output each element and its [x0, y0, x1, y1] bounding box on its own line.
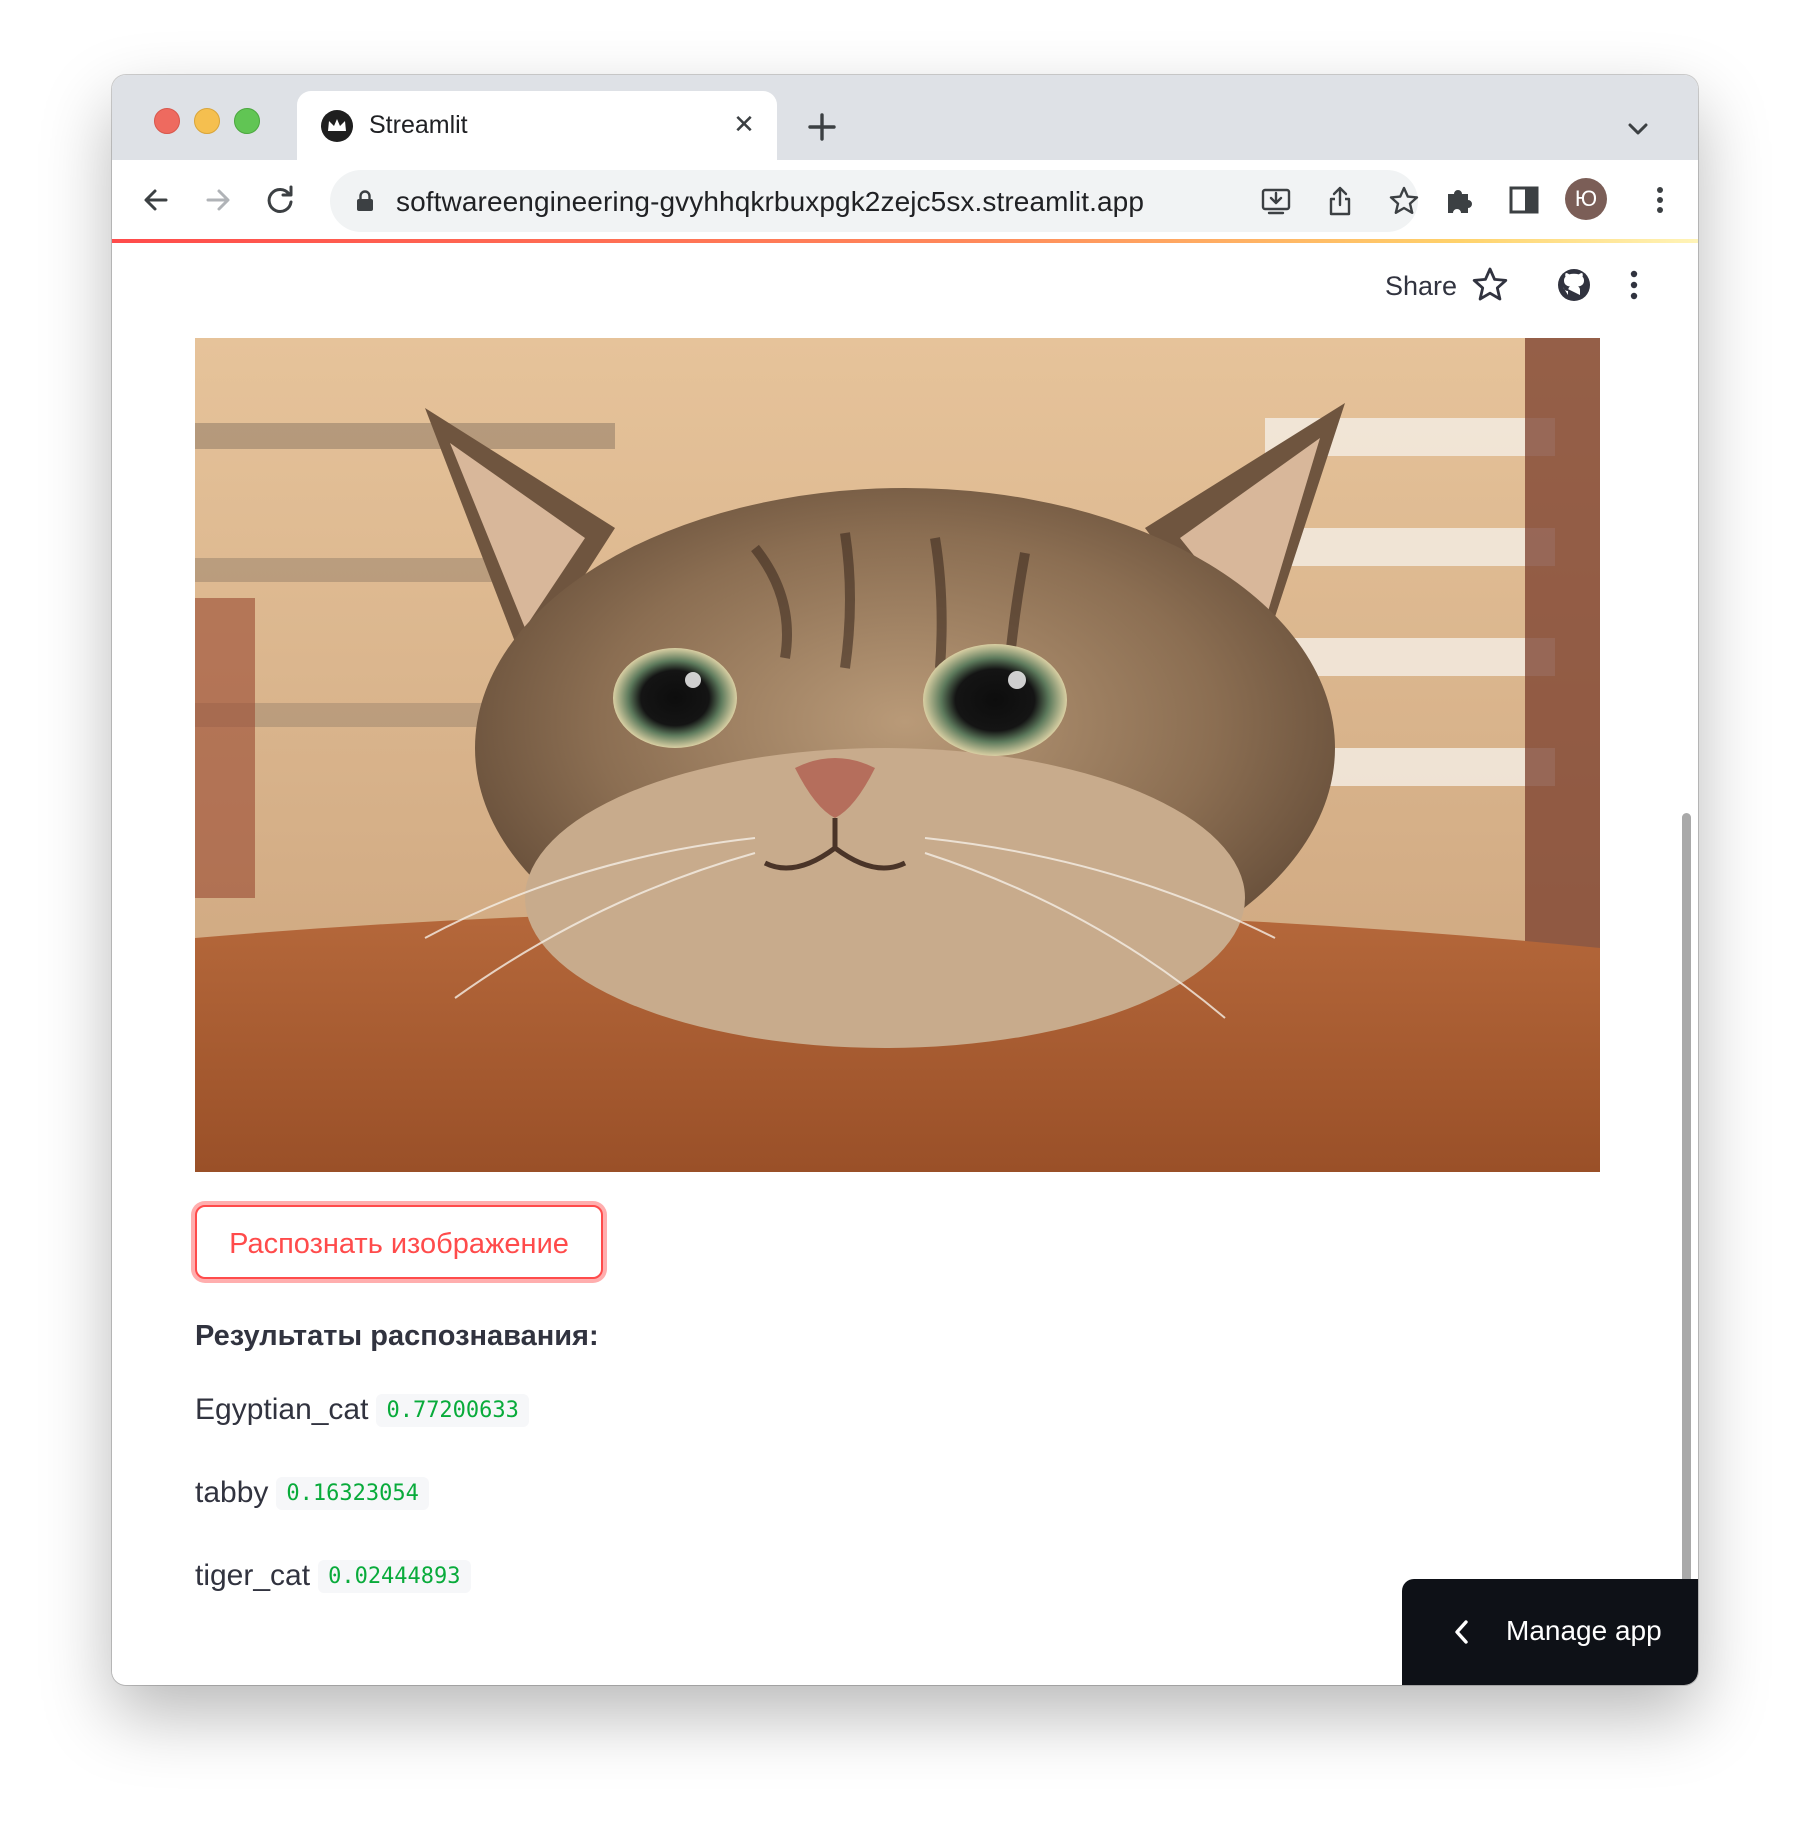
tab-search-button[interactable]	[1624, 115, 1652, 143]
maximize-window-button[interactable]	[234, 108, 260, 134]
page-scrollbar[interactable]	[1682, 813, 1691, 1685]
favorite-app-button[interactable]	[1470, 265, 1510, 305]
arrow-left-icon	[144, 189, 168, 211]
share-icon	[1329, 186, 1351, 216]
plus-icon	[808, 113, 836, 141]
result-label: tabby	[195, 1476, 269, 1509]
results-title: Результаты распознавания:	[195, 1320, 599, 1352]
reload-button[interactable]	[262, 182, 298, 218]
minimize-window-button[interactable]	[194, 108, 220, 134]
bookmark-button[interactable]	[1388, 185, 1420, 217]
manage-app-button[interactable]: Manage app	[1402, 1579, 1698, 1685]
chevron-down-icon	[1628, 123, 1648, 135]
recognize-image-button[interactable]: Распознать изображение	[195, 1205, 603, 1279]
result-label: tiger_cat	[195, 1559, 311, 1592]
star-icon	[1472, 267, 1508, 301]
tab-title: Streamlit	[369, 111, 468, 139]
result-row: tiger_cat 0.02444893	[195, 1559, 471, 1601]
result-score: 0.77200633	[376, 1393, 529, 1427]
reload-icon	[267, 185, 293, 213]
arrow-right-icon	[206, 189, 230, 211]
github-icon	[1558, 269, 1590, 301]
extensions-button[interactable]	[1442, 182, 1478, 218]
manage-app-label: Manage app	[1506, 1615, 1662, 1646]
new-tab-button[interactable]	[802, 107, 842, 147]
chevron-left-icon	[1455, 1620, 1468, 1644]
result-score: 0.02444893	[318, 1559, 471, 1593]
install-app-button[interactable]	[1260, 185, 1292, 217]
browser-toolbar: softwareengineering-gvyhhqkrbuxpgk2zejc5…	[112, 160, 1698, 240]
github-button[interactable]	[1554, 265, 1594, 305]
streamlit-app: Share Распознать изображение Результаты …	[112, 243, 1698, 1685]
tab-streamlit[interactable]: Streamlit ✕	[297, 91, 777, 160]
browser-window: Streamlit ✕ softwareengineering-gvyhhqkr…	[112, 75, 1698, 1685]
app-menu-button[interactable]	[1614, 265, 1654, 305]
result-row: tabby 0.16323054	[195, 1476, 429, 1518]
puzzle-icon	[1448, 190, 1472, 213]
side-panel-icon	[1509, 186, 1539, 214]
tab-strip: Streamlit ✕	[112, 75, 1698, 160]
kebab-menu-icon	[1657, 187, 1663, 213]
result-label: Egyptian_cat	[195, 1393, 369, 1426]
side-panel-button[interactable]	[1506, 182, 1542, 218]
url-text[interactable]: softwareengineering-gvyhhqkrbuxpgk2zejc5…	[396, 186, 1144, 218]
cat-photo	[195, 338, 1600, 1172]
profile-avatar[interactable]: Ю	[1565, 178, 1607, 220]
share-page-button[interactable]	[1324, 185, 1356, 217]
streamlit-crown-icon	[321, 110, 353, 142]
tab-close-icon[interactable]: ✕	[729, 109, 759, 139]
star-icon	[1389, 186, 1419, 214]
install-app-icon	[1261, 188, 1291, 215]
back-button[interactable]	[138, 182, 174, 218]
result-row: Egyptian_cat 0.77200633	[195, 1393, 529, 1435]
kebab-menu-icon	[1630, 270, 1638, 300]
browser-menu-button[interactable]	[1642, 182, 1678, 218]
share-button[interactable]: Share	[1385, 271, 1457, 302]
address-bar[interactable]: softwareengineering-gvyhhqkrbuxpgk2zejc5…	[330, 170, 1420, 232]
uploaded-image	[195, 338, 1600, 1172]
close-window-button[interactable]	[154, 108, 180, 134]
result-score: 0.16323054	[276, 1476, 429, 1510]
forward-button[interactable]	[200, 182, 236, 218]
lock-icon[interactable]	[356, 190, 374, 212]
